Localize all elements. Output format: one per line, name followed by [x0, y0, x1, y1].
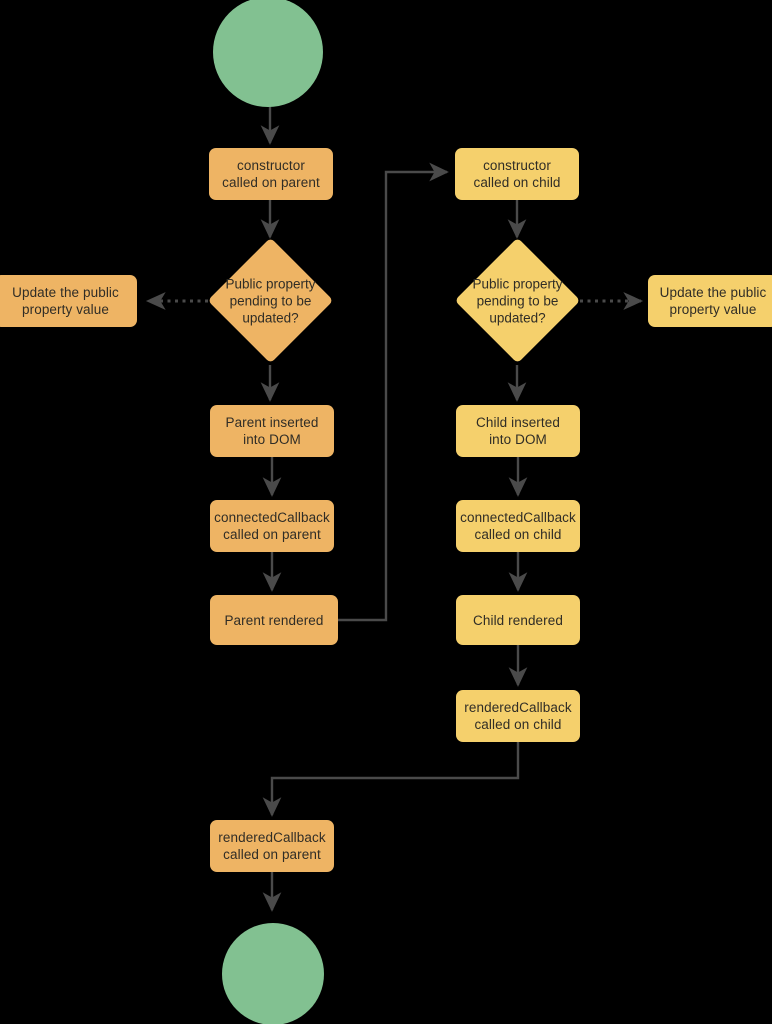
node-constructor-called-on-child-label: constructor called on child — [473, 158, 561, 190]
node-parent-rendered-label: Parent rendered — [224, 612, 324, 628]
node-update-the-public-property-value-parent[interactable]: Update the public property value — [0, 275, 137, 327]
node-parent-inserted-into-dom-label: Parent inserted into DOM — [225, 415, 319, 447]
node-constructor-called-on-parent[interactable]: constructor called on parent — [209, 148, 333, 200]
node-decision-public-property-child-label: Public property pending to be updated? — [472, 276, 563, 325]
node-parent-inserted-into-dom[interactable]: Parent inserted into DOM — [210, 405, 334, 457]
node-renderedcallback-called-on-parent-label: renderedCallback called on parent — [218, 830, 326, 862]
node-connectedcallback-called-on-parent[interactable]: connectedCallback called on parent — [210, 500, 334, 552]
node-update-the-public-property-value-child[interactable]: Update the public property value — [648, 275, 772, 327]
node-child-rendered[interactable]: Child rendered — [456, 595, 580, 645]
edge-parent-rendered-to-constructor-child — [338, 162, 449, 622]
node-decision-public-property-child[interactable]: Public property pending to be updated? — [454, 237, 581, 364]
node-child-inserted-into-dom[interactable]: Child inserted into DOM — [456, 405, 580, 457]
edge-rendered-child-to-rendered-parent — [262, 742, 520, 817]
flowchart-connectors — [145, 106, 644, 912]
node-connectedcallback-called-on-parent-label: connectedCallback called on parent — [214, 510, 330, 542]
node-renderedcallback-called-on-parent[interactable]: renderedCallback called on parent — [210, 820, 334, 872]
node-child-inserted-into-dom-label: Child inserted into DOM — [476, 415, 560, 447]
node-renderedcallback-called-on-child[interactable]: renderedCallback called on child — [456, 690, 580, 742]
node-update-the-public-property-value-parent-label: Update the public property value — [12, 285, 119, 317]
node-child-rendered-label: Child rendered — [473, 612, 563, 628]
node-constructor-called-on-child[interactable]: constructor called on child — [455, 148, 579, 200]
node-renderedcallback-called-on-child-label: renderedCallback called on child — [464, 700, 572, 732]
node-decision-public-property-parent[interactable]: Public property pending to be updated? — [207, 237, 334, 364]
node-start[interactable] — [213, 0, 323, 107]
node-decision-public-property-parent-label: Public property pending to be updated? — [225, 276, 316, 325]
node-connectedcallback-called-on-child-label: connectedCallback called on child — [460, 510, 576, 542]
node-parent-rendered[interactable]: Parent rendered — [210, 595, 338, 645]
node-connectedcallback-called-on-child[interactable]: connectedCallback called on child — [456, 500, 580, 552]
node-update-the-public-property-value-child-label: Update the public property value — [659, 285, 767, 317]
node-constructor-called-on-parent-label: constructor called on parent — [222, 158, 320, 190]
flowchart-canvas: constructor called on parent Public prop… — [0, 0, 772, 1024]
node-end[interactable] — [222, 923, 324, 1024]
